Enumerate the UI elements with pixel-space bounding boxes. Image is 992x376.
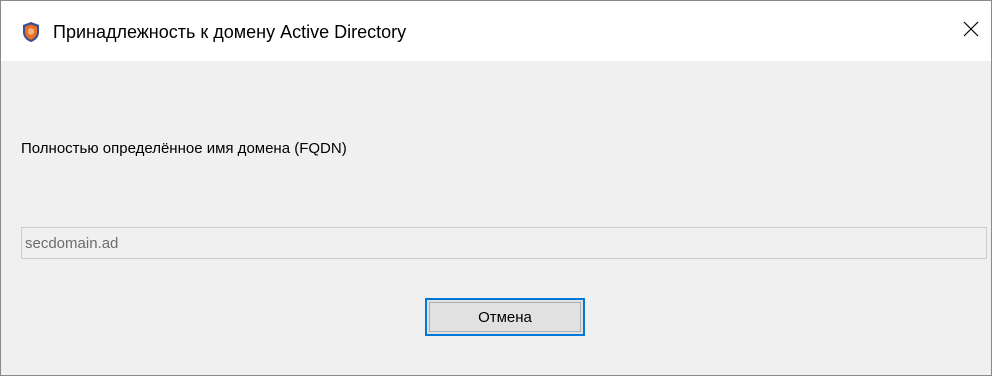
dialog-content: Полностью определённое имя домена (FQDN)… (1, 61, 991, 375)
fqdn-label: Полностью определённое имя домена (FQDN) (21, 140, 347, 157)
cancel-button-label: Отмена (478, 308, 532, 326)
window-title: Принадлежность к домену Active Directory (53, 22, 407, 42)
cancel-button[interactable]: Отмена (425, 298, 585, 336)
close-icon (962, 20, 980, 43)
fqdn-field[interactable] (21, 227, 987, 259)
close-button[interactable] (951, 1, 991, 61)
dialog-window: Принадлежность к домену Active Directory… (0, 0, 992, 376)
shield-icon (21, 21, 41, 43)
title-bar[interactable]: Принадлежность к домену Active Directory (1, 1, 991, 61)
